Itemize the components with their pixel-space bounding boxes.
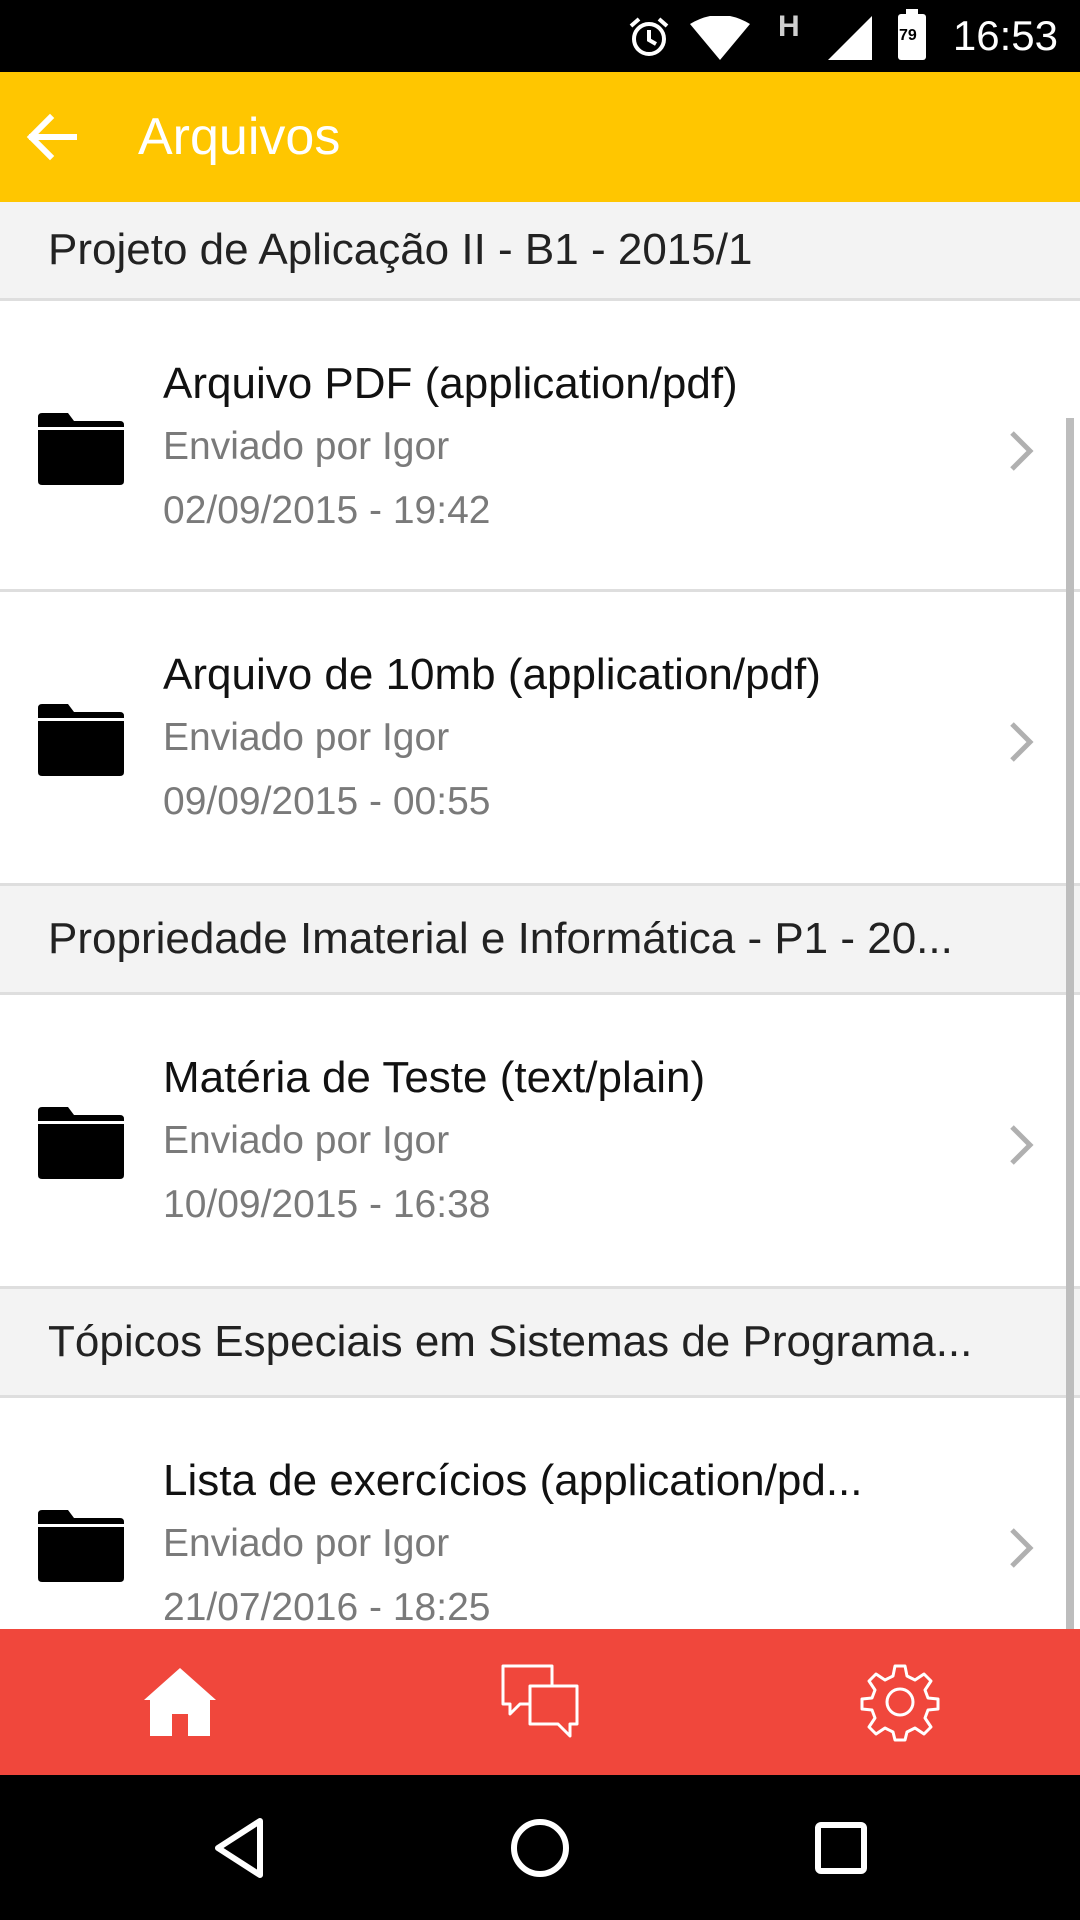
settings-icon xyxy=(860,1664,940,1742)
file-date: 21/07/2016 - 18:25 xyxy=(163,1586,491,1629)
file-date: 02/09/2015 - 19:42 xyxy=(163,489,491,532)
folder-icon xyxy=(38,413,124,485)
section-title: Propriedade Imaterial e Informática - P1… xyxy=(48,914,953,963)
folder-icon xyxy=(38,1107,124,1179)
file-sender: Enviado por Igor xyxy=(163,1119,450,1162)
chevron-right-icon xyxy=(1010,722,1034,762)
wifi-icon xyxy=(690,16,750,60)
back-triangle-icon[interactable] xyxy=(208,1815,274,1881)
tab-home[interactable] xyxy=(0,1629,360,1775)
file-item[interactable]: Arquivo de 10mb (application/pdf) Enviad… xyxy=(0,592,1080,883)
file-list[interactable]: Projeto de Aplicação II - B1 - 2015/1 Ar… xyxy=(0,202,1080,1629)
section-header: Tópicos Especiais em Sistemas de Program… xyxy=(0,1286,1080,1398)
signal-icon xyxy=(828,16,872,60)
chevron-right-icon xyxy=(1010,1528,1034,1568)
recents-square-icon[interactable] xyxy=(808,1815,874,1881)
file-name: Matéria de Teste (text/plain) xyxy=(163,1053,706,1102)
app-bar: Arquivos xyxy=(0,72,1080,202)
file-sender: Enviado por Igor xyxy=(163,1522,450,1565)
clock: 16:53 xyxy=(952,12,1058,59)
home-circle-icon[interactable] xyxy=(507,1815,573,1881)
file-sender: Enviado por Igor xyxy=(163,425,450,468)
bottom-nav xyxy=(0,1629,1080,1775)
file-item[interactable]: Lista de exercícios (application/pd... E… xyxy=(0,1398,1080,1629)
tab-settings[interactable] xyxy=(720,1629,1080,1775)
battery-level-label: 79 xyxy=(899,27,917,44)
status-bar: H 79 16:53 xyxy=(0,0,1080,72)
network-type-label: H xyxy=(778,10,800,43)
battery-icon: 79 xyxy=(898,9,926,60)
file-date: 09/09/2015 - 00:55 xyxy=(163,780,491,823)
folder-icon xyxy=(38,1510,124,1582)
scrollbar[interactable] xyxy=(1066,418,1074,1629)
file-date: 10/09/2015 - 16:38 xyxy=(163,1183,491,1226)
back-arrow-icon[interactable] xyxy=(20,105,84,169)
file-item[interactable]: Matéria de Teste (text/plain) Enviado po… xyxy=(0,995,1080,1286)
home-icon xyxy=(144,1668,216,1736)
folder-icon xyxy=(38,704,124,776)
file-name: Arquivo de 10mb (application/pdf) xyxy=(163,650,821,699)
chevron-right-icon xyxy=(1010,431,1034,471)
chevron-right-icon xyxy=(1010,1125,1034,1165)
file-sender: Enviado por Igor xyxy=(163,716,450,759)
section-title: Tópicos Especiais em Sistemas de Program… xyxy=(48,1317,973,1366)
file-name: Lista de exercícios (application/pd... xyxy=(163,1456,863,1505)
alarm-icon xyxy=(629,17,669,56)
chat-icon xyxy=(501,1664,579,1738)
file-item[interactable]: Arquivo PDF (application/pdf) Enviado po… xyxy=(0,301,1080,592)
system-nav-bar xyxy=(0,1775,1080,1920)
file-name: Arquivo PDF (application/pdf) xyxy=(163,359,738,408)
section-title: Projeto de Aplicação II - B1 - 2015/1 xyxy=(48,225,753,274)
section-header: Propriedade Imaterial e Informática - P1… xyxy=(0,883,1080,995)
tab-chat[interactable] xyxy=(360,1629,720,1775)
section-header: Projeto de Aplicação II - B1 - 2015/1 xyxy=(0,202,1080,301)
page-title: Arquivos xyxy=(138,108,341,166)
